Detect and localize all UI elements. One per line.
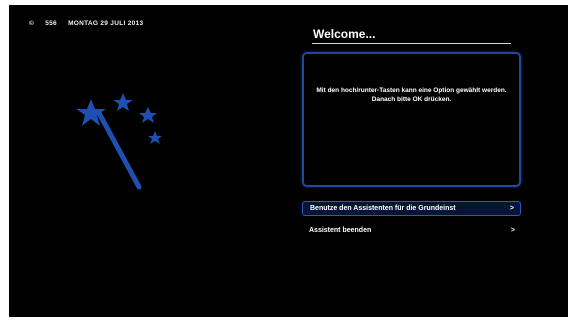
status-bar: © 556 MONTAG 29 JULI 2013	[29, 20, 152, 27]
info-panel: Mit den hoch/runter-Tasten kann eine Opt…	[302, 52, 521, 187]
title-divider	[312, 43, 511, 44]
tv-screen: © 556 MONTAG 29 JULI 2013 Welcome... Mit…	[9, 5, 568, 317]
info-text: Mit den hoch/runter-Tasten kann eine Opt…	[316, 87, 507, 103]
date-label: MONTAG 29 JULI 2013	[68, 20, 144, 27]
chevron-right-icon: >	[509, 205, 514, 212]
chevron-right-icon: >	[510, 227, 515, 234]
menu-item-exit-wizard[interactable]: Assistent beenden >	[302, 223, 521, 238]
record-icon: ©	[29, 20, 35, 27]
magic-wand-icon	[76, 93, 162, 190]
menu-item-label: Benutze den Assistenten für die Grundein…	[310, 205, 456, 212]
wizard-menu: Benutze den Assistenten für die Grundein…	[302, 201, 521, 245]
menu-item-label: Assistent beenden	[309, 227, 372, 234]
menu-item-start-wizard[interactable]: Benutze den Assistenten für die Grundein…	[302, 201, 521, 216]
wizard-title: Welcome...	[313, 27, 376, 41]
channel-number: 556	[45, 20, 57, 27]
